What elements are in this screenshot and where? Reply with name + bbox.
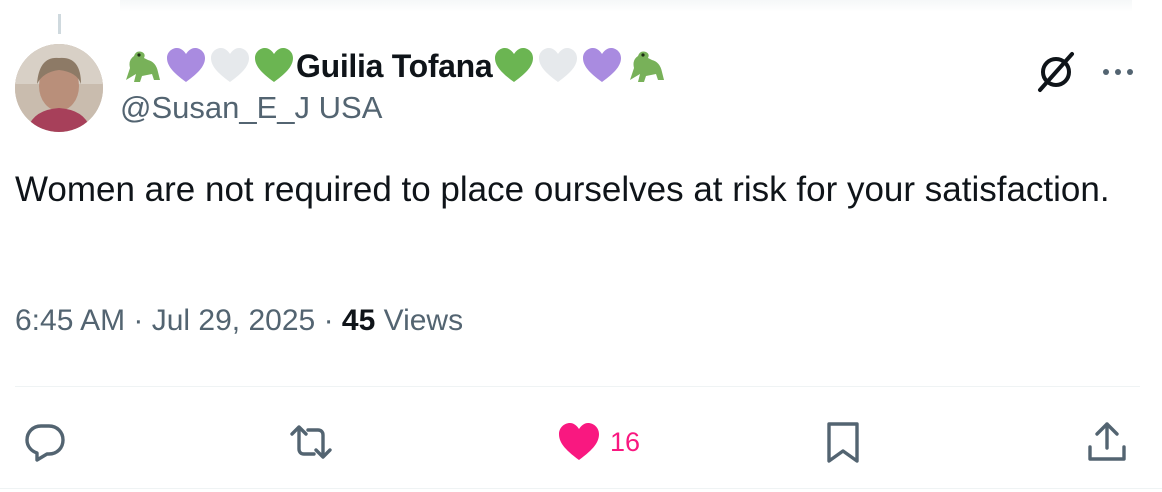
dinosaur-icon — [624, 46, 668, 86]
previous-tweet-edge — [120, 0, 1132, 12]
bookmark-icon — [827, 422, 859, 463]
repost-icon — [290, 425, 332, 459]
views-label: Views — [383, 304, 464, 337]
green-heart-icon — [252, 46, 296, 86]
share-button[interactable] — [1084, 410, 1130, 474]
display-name[interactable]: Guilia Tofana — [296, 48, 493, 85]
divider — [15, 386, 1140, 387]
purple-heart-icon — [580, 46, 624, 86]
repost-button[interactable] — [288, 410, 334, 474]
like-count: 16 — [610, 426, 641, 457]
tweet-header: Guilia Tofana @Susan_E_J USA — [120, 44, 1142, 134]
views-count: 45 — [341, 304, 376, 337]
bookmark-button[interactable] — [820, 410, 866, 474]
white-heart-icon — [208, 46, 252, 86]
purple-heart-icon — [164, 46, 208, 86]
green-heart-icon — [492, 46, 536, 86]
dinosaur-icon — [120, 46, 164, 86]
thread-connector-line — [58, 14, 61, 34]
meta-separator: · — [133, 304, 152, 337]
tweet-metadata: 6:45 AM · Jul 29, 2025 · 45 Views — [15, 304, 463, 338]
tweet-text: Women are not required to place ourselve… — [15, 170, 1110, 209]
tweet-time[interactable]: 6:45 AM — [15, 304, 125, 337]
reply-icon — [25, 424, 65, 462]
bottom-divider — [0, 488, 1162, 489]
user-handle[interactable]: @Susan_E_J USA — [120, 90, 382, 126]
like-button[interactable]: 16 — [556, 410, 640, 474]
more-options-icon[interactable] — [1096, 50, 1140, 94]
tweet-date[interactable]: Jul 29, 2025 — [152, 304, 315, 337]
action-bar: 16 — [0, 410, 1162, 474]
grok-icon[interactable] — [1032, 48, 1080, 96]
display-name-row[interactable]: Guilia Tofana — [120, 44, 668, 88]
reply-button[interactable] — [22, 410, 68, 474]
meta-separator: · — [323, 304, 342, 337]
share-icon — [1088, 422, 1126, 461]
white-heart-icon — [536, 46, 580, 86]
heart-filled-icon — [559, 423, 599, 460]
avatar[interactable] — [15, 44, 103, 132]
